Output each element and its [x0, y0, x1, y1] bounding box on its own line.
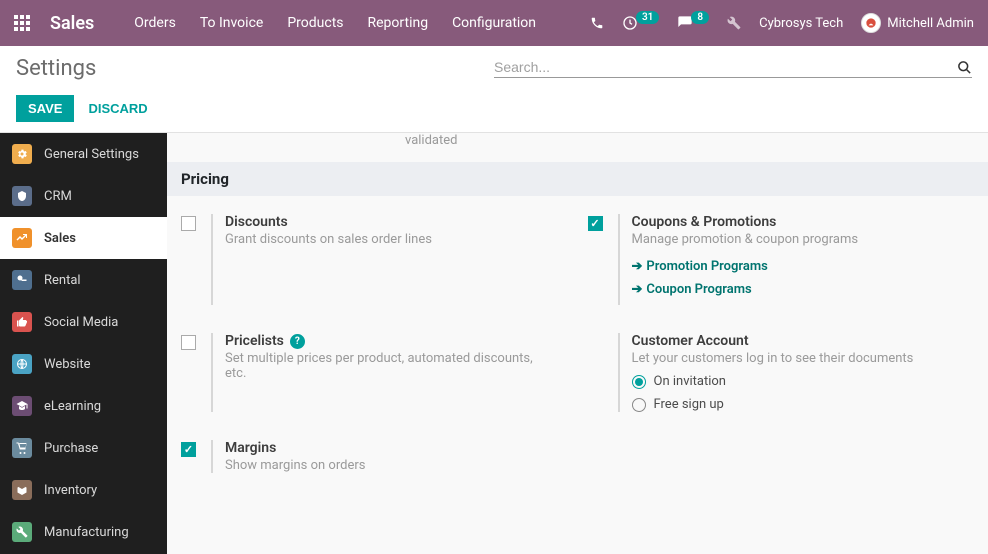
sidebar-item-label: eLearning [44, 399, 101, 414]
sidebar-item-label: Sales [44, 231, 76, 246]
coupon-programs-label: Coupon Programs [646, 282, 751, 297]
sidebar-item-social-media[interactable]: Social Media [0, 301, 167, 343]
radio-label: On invitation [654, 374, 726, 389]
sidebar-item-label: Rental [44, 273, 81, 288]
radio-icon [632, 375, 646, 389]
arrow-right-icon: ➔ [632, 282, 643, 297]
navbar: Sales Orders To Invoice Products Reporti… [0, 0, 988, 46]
debug-icon[interactable] [727, 16, 741, 30]
sidebar-item-label: Purchase [44, 441, 98, 456]
user-menu[interactable]: Mitchell Admin [861, 13, 974, 33]
nav-links: Orders To Invoice Products Reporting Con… [134, 15, 536, 31]
content[interactable]: validated Pricing Discounts Grant discou… [167, 133, 988, 554]
phone-icon[interactable] [590, 16, 604, 30]
save-button[interactable]: SAVE [16, 95, 74, 122]
pricelists-desc: Set multiple prices per product, automat… [225, 351, 555, 381]
truncated-text: validated [357, 133, 988, 162]
box-icon [12, 480, 32, 500]
coupons-checkbox[interactable] [588, 216, 603, 231]
nav-link-reporting[interactable]: Reporting [368, 15, 429, 31]
radio-label: Free sign up [654, 397, 724, 412]
customer-account-title: Customer Account [632, 333, 975, 349]
sidebar-item-purchase[interactable]: Purchase [0, 427, 167, 469]
sidebar-item-rental[interactable]: Rental [0, 259, 167, 301]
search-wrap [494, 59, 972, 78]
pricelists-checkbox[interactable] [181, 335, 196, 350]
graduation-icon [12, 396, 32, 416]
sidebar-item-label: Manufacturing [44, 525, 129, 540]
sidebar-item-general-settings[interactable]: General Settings [0, 133, 167, 175]
company-switcher[interactable]: Cybrosys Tech [759, 16, 843, 31]
main: General Settings CRM Sales Rental Social… [0, 133, 988, 554]
discard-button[interactable]: DISCARD [88, 101, 147, 116]
avatar [861, 13, 881, 33]
nav-link-orders[interactable]: Orders [134, 15, 176, 31]
chart-icon [12, 228, 32, 248]
radio-icon [632, 398, 646, 412]
page-title: Settings [16, 56, 494, 81]
margins-desc: Show margins on orders [225, 458, 555, 473]
nav-link-configuration[interactable]: Configuration [452, 15, 536, 31]
discounts-desc: Grant discounts on sales order lines [225, 232, 555, 247]
sidebar-item-label: Website [44, 357, 91, 372]
pricelists-title: Pricelists [225, 333, 284, 349]
sidebar-item-crm[interactable]: CRM [0, 175, 167, 217]
sidebar-item-label: Social Media [44, 315, 118, 330]
settings-grid: Discounts Grant discounts on sales order… [167, 214, 988, 501]
brand[interactable]: Sales [50, 13, 94, 34]
coupons-desc: Manage promotion & coupon programs [632, 232, 962, 247]
margins-title: Margins [225, 440, 568, 456]
margins-checkbox[interactable] [181, 442, 196, 457]
search-input[interactable] [494, 59, 957, 75]
nav-right: 31 8 Cybrosys Tech Mitchell Admin [590, 13, 974, 33]
sidebar-item-label: CRM [44, 189, 72, 204]
coupon-programs-link[interactable]: ➔ Coupon Programs [632, 282, 975, 297]
key-icon [12, 270, 32, 290]
search-icon[interactable] [957, 60, 972, 75]
promotion-programs-label: Promotion Programs [646, 259, 767, 274]
globe-icon [12, 354, 32, 374]
sidebar-item-label: Inventory [44, 483, 97, 498]
arrow-right-icon: ➔ [632, 259, 643, 274]
sidebar-item-inventory[interactable]: Inventory [0, 469, 167, 511]
radio-free-sign-up[interactable]: Free sign up [632, 397, 975, 412]
setting-coupons: Coupons & Promotions Manage promotion & … [578, 214, 985, 333]
nav-link-to-invoice[interactable]: To Invoice [200, 15, 264, 31]
radio-on-invitation[interactable]: On invitation [632, 374, 975, 389]
sidebar-item-sales[interactable]: Sales [0, 217, 167, 259]
help-icon[interactable]: ? [290, 334, 305, 349]
sidebar-item-manufacturing[interactable]: Manufacturing [0, 511, 167, 553]
setting-customer-account: Customer Account Let your customers log … [578, 333, 985, 440]
promotion-programs-link[interactable]: ➔ Promotion Programs [632, 259, 975, 274]
setting-pricelists: Pricelists ? Set multiple prices per pro… [171, 333, 578, 440]
handshake-icon [12, 186, 32, 206]
activities-icon[interactable]: 31 [622, 15, 659, 31]
user-name: Mitchell Admin [887, 16, 974, 31]
control-panel: Settings SAVE DISCARD [0, 46, 988, 133]
messages-count: 8 [691, 11, 709, 24]
sidebar-item-elearning[interactable]: eLearning [0, 385, 167, 427]
messages-icon[interactable]: 8 [677, 15, 709, 31]
sidebar: General Settings CRM Sales Rental Social… [0, 133, 167, 554]
wrench-icon [12, 522, 32, 542]
apps-icon[interactable] [14, 15, 30, 31]
section-pricing-header: Pricing [167, 162, 988, 196]
sidebar-item-label: General Settings [44, 147, 139, 162]
thumbs-up-icon [12, 312, 32, 332]
coupons-title: Coupons & Promotions [632, 214, 975, 230]
discounts-title: Discounts [225, 214, 568, 230]
gear-icon [12, 144, 32, 164]
discounts-checkbox[interactable] [181, 216, 196, 231]
nav-link-products[interactable]: Products [287, 15, 343, 31]
sidebar-item-website[interactable]: Website [0, 343, 167, 385]
setting-discounts: Discounts Grant discounts on sales order… [171, 214, 578, 333]
setting-margins: Margins Show margins on orders [171, 440, 578, 501]
cart-icon [12, 438, 32, 458]
activities-count: 31 [636, 11, 659, 24]
customer-account-desc: Let your customers log in to see their d… [632, 351, 962, 366]
